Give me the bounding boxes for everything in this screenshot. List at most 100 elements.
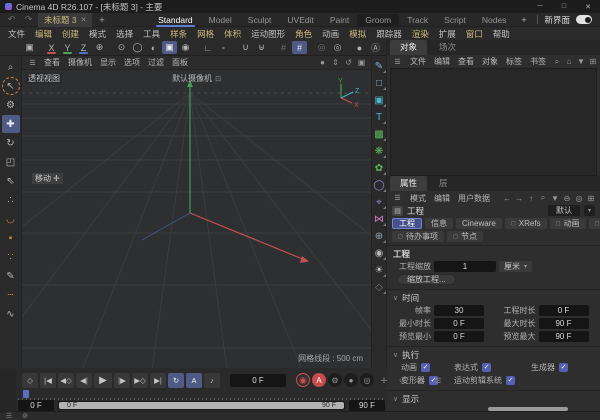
maximize-button[interactable]: □ xyxy=(552,0,576,13)
tab-info[interactable]: 信息 xyxy=(425,218,453,229)
document-tab[interactable]: 未标题 3 ✕ xyxy=(38,13,92,27)
scale-unit-dropdown[interactable]: 厘米 ▾ xyxy=(499,261,532,272)
tab-bullet[interactable]: ◻子弹 xyxy=(589,218,600,229)
om-menu-view[interactable]: 查看 xyxy=(454,56,478,67)
menu-simulate[interactable]: 模拟 xyxy=(344,28,371,40)
om-tab-takes[interactable]: 场次 xyxy=(429,40,466,55)
goto-start-icon[interactable]: |◀ xyxy=(40,373,56,388)
texture-mode-icon[interactable]: ◐ xyxy=(146,41,161,54)
add-document-button[interactable]: + xyxy=(94,13,109,26)
attr-menu-userdata[interactable]: 用户数据 xyxy=(454,193,494,204)
camera-object-icon[interactable]: ◉ xyxy=(372,246,386,260)
workplane-icon[interactable]: ∟ xyxy=(200,41,215,54)
render-settings-icon[interactable]: Ⓐ xyxy=(368,41,383,54)
display-section-header[interactable]: ∨ 显示 xyxy=(387,393,600,405)
om-menu-file[interactable]: 文件 xyxy=(406,56,430,67)
range-end-field[interactable]: 90 F xyxy=(349,400,385,411)
vp-render-state-icon[interactable]: ● xyxy=(316,57,329,69)
deformer-icon[interactable]: ✿ xyxy=(372,161,386,175)
menu-window[interactable]: 窗口 xyxy=(461,28,488,40)
current-frame-field[interactable]: 0 F xyxy=(230,374,286,387)
preset-caret-icon[interactable]: ▾ xyxy=(584,205,595,216)
vp-view-history-icon[interactable]: ↺ xyxy=(342,57,355,69)
render-view-icon[interactable]: ◎ xyxy=(330,41,345,54)
attr-search-icon[interactable]: ⌕ xyxy=(537,192,549,204)
om-search-icon[interactable]: ⌕ xyxy=(551,56,563,68)
attr-popup-icon[interactable]: ⊞ xyxy=(585,192,597,204)
undo-icon[interactable]: ↶ xyxy=(4,13,19,26)
attr-lock-icon[interactable]: ⊖ xyxy=(561,192,573,204)
coordinate-system-icon[interactable]: ⊕ xyxy=(92,41,107,54)
workspace-tab-groom[interactable]: Groom xyxy=(357,14,399,26)
hud-move-icon[interactable]: ✛ xyxy=(376,373,392,388)
om-home-icon[interactable]: ⌂ xyxy=(563,56,575,68)
range-start-field[interactable]: 0 F xyxy=(18,400,54,411)
live-selection-icon[interactable]: ↖ xyxy=(2,77,20,95)
quantize-icon[interactable]: # xyxy=(276,41,291,54)
object-mode-icon[interactable]: ▣ xyxy=(162,41,177,54)
render-picture-viewer-icon[interactable]: ● xyxy=(352,41,367,54)
y-axis-lock-icon[interactable]: Y xyxy=(60,41,75,54)
camera-label[interactable]: 默认摄像机 ⊡ xyxy=(172,73,221,84)
om-menu-tags[interactable]: 标签 xyxy=(502,56,526,67)
tracer-object-icon[interactable]: ⌖ xyxy=(372,195,386,209)
status-clear-icon[interactable]: ⊘ xyxy=(20,412,30,420)
scale-tool-icon[interactable]: ◰ xyxy=(2,153,20,171)
vp-maximize-icon[interactable]: ▣ xyxy=(355,57,368,69)
menu-tools[interactable]: 工具 xyxy=(138,28,165,40)
view-label[interactable]: 透视视图 xyxy=(26,73,62,84)
tab-nodes[interactable]: ◻节点 xyxy=(447,231,483,242)
model-mode-icon[interactable]: ◯ xyxy=(130,41,145,54)
menu-mode[interactable]: 模式 xyxy=(84,28,111,40)
workplane-lock-icon[interactable]: ▪ xyxy=(216,41,231,54)
tweak-mode-icon[interactable]: ⚙ xyxy=(2,96,20,114)
attr-menu-mode[interactable]: 模式 xyxy=(406,193,430,204)
vp-menu-view[interactable]: 查看 xyxy=(40,57,64,68)
scatter-pen-icon[interactable]: ∵ xyxy=(2,248,20,266)
workspace-tab-track[interactable]: Track xyxy=(399,13,436,27)
workspace-tab-uvedit[interactable]: UVEdit xyxy=(279,13,321,27)
menu-spline[interactable]: 样条 xyxy=(165,28,192,40)
next-key-icon[interactable]: ▶◇ xyxy=(132,373,148,388)
menu-character[interactable]: 角色 xyxy=(290,28,317,40)
attr-tab-attributes[interactable]: 属性 xyxy=(390,176,427,191)
move-tool-icon[interactable]: ✚ xyxy=(2,115,20,133)
vp-menu-options[interactable]: 选项 xyxy=(120,57,144,68)
viewport-layout-icon[interactable]: ▣ xyxy=(22,41,37,54)
record-keyframe-icon[interactable]: ◉ xyxy=(296,373,310,387)
play-button[interactable]: ▶ xyxy=(94,373,112,388)
workspace-tab-standard[interactable]: Standard xyxy=(150,13,201,27)
animation-mode-icon[interactable]: ◉ xyxy=(178,41,193,54)
exec-section-header[interactable]: ∨ 执行 xyxy=(387,349,600,361)
attr-menu-edit[interactable]: 编辑 xyxy=(430,193,454,204)
vp-sync-icon[interactable]: ⇕ xyxy=(329,57,342,69)
sculpt-fill-icon[interactable]: ▪ xyxy=(2,229,20,247)
magnet-icon[interactable]: ∪ xyxy=(238,41,253,54)
menu-animate[interactable]: 动画 xyxy=(317,28,344,40)
text-object-icon[interactable]: T xyxy=(372,110,386,124)
menu-file[interactable]: 文件 xyxy=(3,28,30,40)
make-editable-icon[interactable]: ⊙ xyxy=(114,41,129,54)
preview-range-track[interactable]: 0 F 90 F xyxy=(58,401,345,410)
vp-menu-camera[interactable]: 摄像机 xyxy=(64,57,96,68)
snap-enable-icon[interactable]: # xyxy=(292,41,307,54)
menu-create[interactable]: 创建 xyxy=(57,28,84,40)
axis-gizmo[interactable]: Y Z X xyxy=(327,76,363,108)
redo-icon[interactable]: ↷ xyxy=(21,13,36,26)
new-interface-label[interactable]: 新界面 xyxy=(544,14,570,26)
z-axis-lock-icon[interactable]: Z xyxy=(76,41,91,54)
workspace-tab-model[interactable]: Model xyxy=(201,13,240,27)
object-tree[interactable] xyxy=(390,68,597,176)
measure-tool-icon[interactable]: ┄ xyxy=(2,286,20,304)
playhead[interactable] xyxy=(23,390,29,398)
hud-panel-icon[interactable]: ⊞ xyxy=(412,373,428,388)
attr-parent-icon[interactable]: ↑ xyxy=(525,192,537,204)
om-burger-icon[interactable]: ☰ xyxy=(390,55,405,68)
time-section-header[interactable]: ∨ 时间 xyxy=(387,292,600,304)
x-axis-lock-icon[interactable]: X xyxy=(44,41,59,54)
menu-render[interactable]: 渲染 xyxy=(407,28,434,40)
frame-mode-icon[interactable]: A xyxy=(186,373,202,388)
record-rotation-icon[interactable]: ◎ xyxy=(360,373,374,387)
viewport-canvas[interactable]: 透视视图 默认摄像机 ⊡ Y Z X 移动 ✛ 网格线段 : 500 cm xyxy=(22,70,371,370)
menu-help[interactable]: 帮助 xyxy=(488,28,515,40)
